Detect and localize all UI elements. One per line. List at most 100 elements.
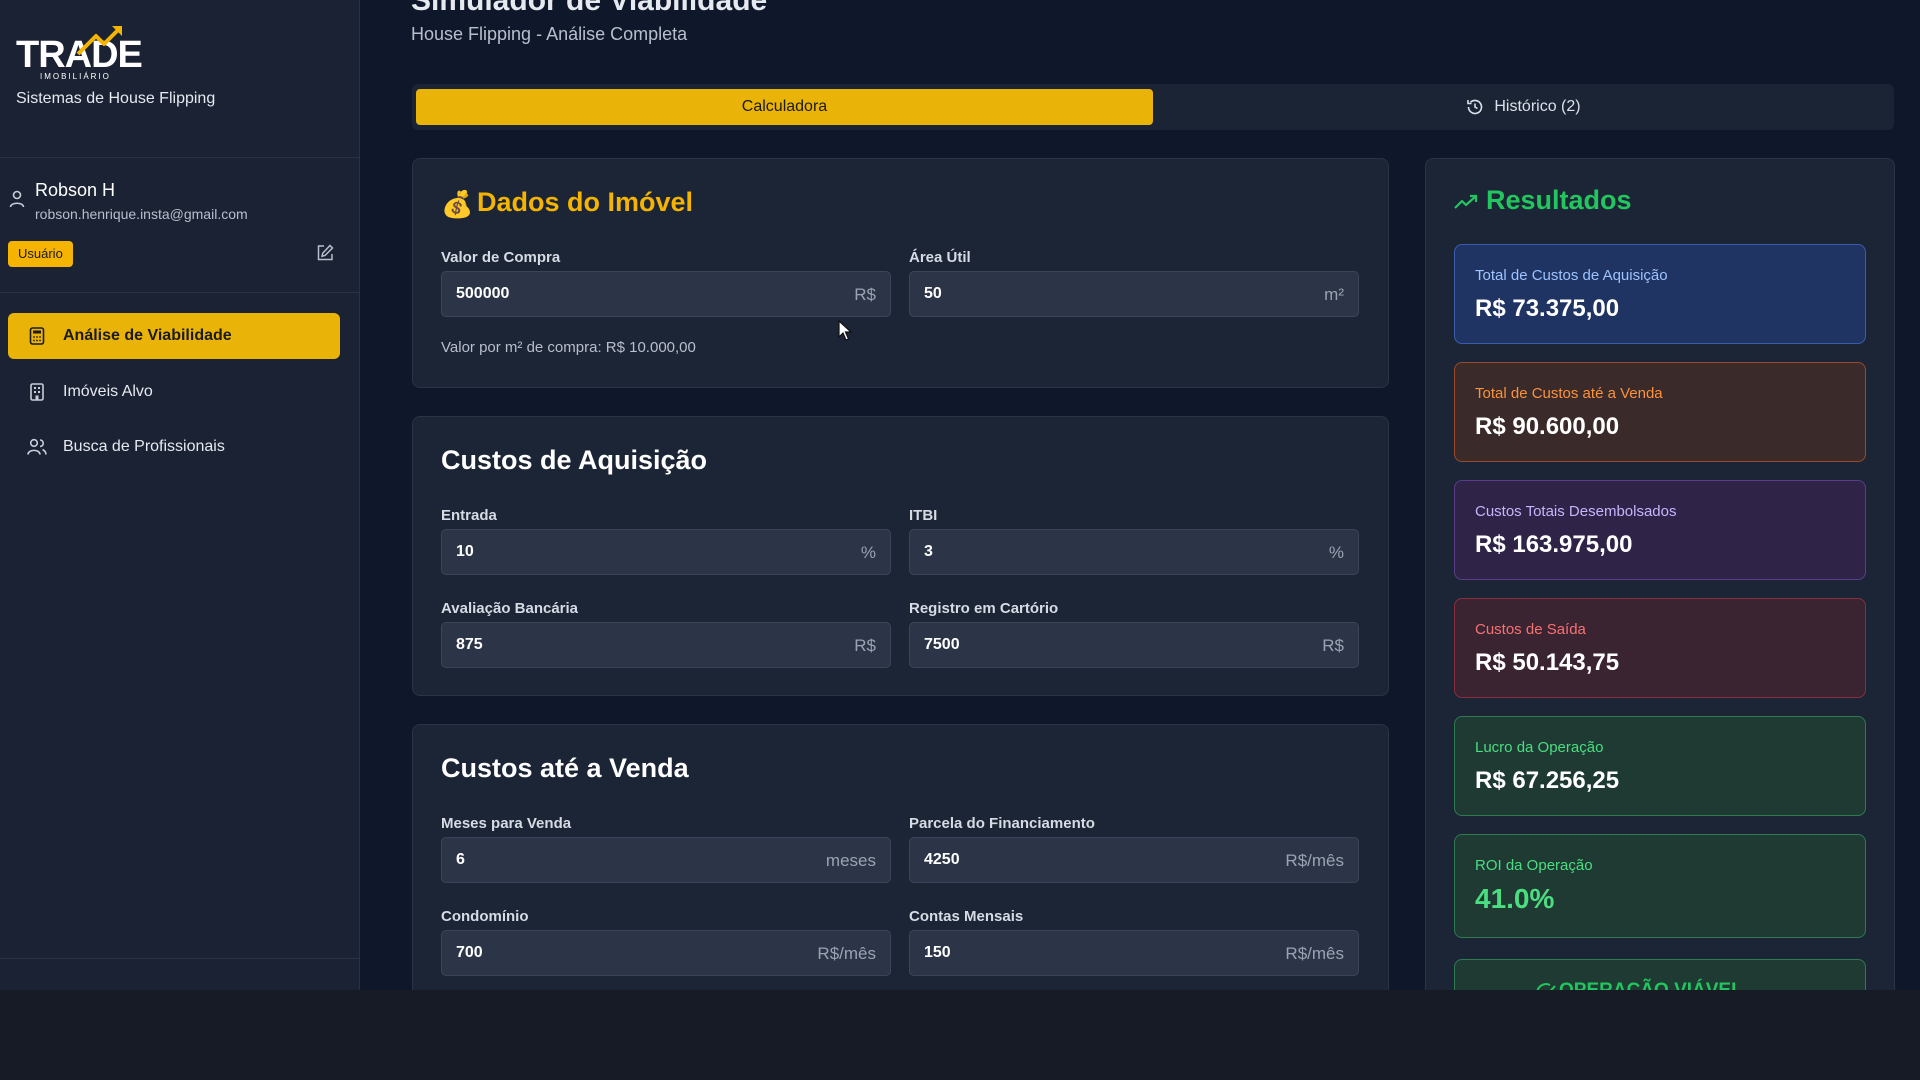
sidebar: TRADE IMOBILIÁRIO Sistemas de House Flip… (0, 0, 360, 990)
tab-bar: Calculadora Histórico (2) (412, 84, 1894, 130)
user-role-badge: Usuário (8, 241, 73, 267)
result-label: ROI da Operação (1475, 857, 1593, 874)
result-custos-totais: Custos Totais Desembolsados R$ 163.975,0… (1454, 480, 1866, 580)
page-subtitle: House Flipping - Análise Completa (411, 24, 688, 44)
result-total-aquisicao: Total de Custos de Aquisição R$ 73.375,0… (1454, 244, 1866, 344)
bottom-letterbox (0, 990, 1920, 1080)
card-title: Custos de Aquisição (441, 445, 708, 475)
user-email: robson.henrique.insta@gmail.com (35, 206, 248, 222)
property-data-card: 💰 Dados do Imóvel Valor de Compra 500000… (412, 158, 1389, 388)
field-label: Entrada (441, 507, 497, 524)
sidebar-divider (0, 958, 360, 959)
input-value: 7500 (924, 636, 960, 653)
input-unit: R$ (854, 636, 876, 655)
trending-up-icon (1454, 194, 1478, 209)
result-label: Lucro da Operação (1475, 739, 1604, 756)
input-value: 50 (924, 285, 942, 302)
mouse-cursor-icon (838, 320, 853, 341)
result-total-venda: Total de Custos até a Venda R$ 90.600,00 (1454, 362, 1866, 462)
history-icon (1466, 98, 1484, 116)
field-label: Valor de Compra (441, 249, 561, 266)
sidebar-divider (0, 292, 360, 293)
area-input[interactable]: 50 m² (909, 271, 1359, 317)
input-unit: R$/mês (1285, 944, 1344, 963)
price-per-sqm-helper: Valor por m² de compra: R$ 10.000,00 (441, 339, 696, 356)
card-title: Custos até a Venda (441, 753, 689, 783)
result-value: R$ 67.256,25 (1475, 767, 1620, 794)
result-label: Total de Custos até a Venda (1475, 385, 1663, 402)
itbi-input[interactable]: 3 % (909, 529, 1359, 575)
input-unit: R$/mês (817, 944, 876, 963)
card-title: Dados do Imóvel (477, 187, 694, 217)
avaliacao-bancaria-input[interactable]: 875 R$ (441, 622, 891, 668)
result-lucro: Lucro da Operação R$ 67.256,25 (1454, 716, 1866, 816)
input-unit: R$ (854, 285, 876, 304)
result-label: Total de Custos de Aquisição (1475, 267, 1668, 284)
page-title: Simulador de Viabilidade (411, 0, 768, 17)
input-value: 6 (456, 851, 465, 868)
logo-arrow-icon (76, 26, 122, 56)
result-label: Custos Totais Desembolsados (1475, 503, 1677, 520)
results-panel: Resultados Total de Custos de Aquisição … (1425, 158, 1895, 990)
field-label: Registro em Cartório (909, 600, 1059, 617)
purchase-value-input[interactable]: 500000 R$ (441, 271, 891, 317)
field-label: ITBI (909, 507, 938, 524)
logo-subtext: IMOBILIÁRIO (40, 72, 111, 81)
input-unit: R$ (1322, 636, 1344, 655)
input-value: 700 (456, 944, 483, 961)
input-unit: meses (825, 851, 876, 870)
result-value: R$ 73.375,00 (1475, 295, 1620, 322)
brand-subtitle: Sistemas de House Flipping (16, 90, 216, 107)
input-unit: R$/mês (1285, 851, 1344, 870)
verdict-text: OPERAÇÃO VIÁVEL (1559, 980, 1743, 990)
result-value: R$ 50.143,75 (1475, 649, 1620, 676)
field-label: Avaliação Bancária (441, 600, 579, 617)
field-label: Meses para Venda (441, 815, 572, 832)
input-value: 150 (924, 944, 951, 961)
tab-label: Histórico (2) (1494, 98, 1581, 115)
parcela-financiamento-input[interactable]: 4250 R$/mês (909, 837, 1359, 883)
result-value: R$ 90.600,00 (1475, 413, 1620, 440)
result-label: Custos de Saída (1475, 621, 1586, 638)
sidebar-item-label: Análise de Viabilidade (63, 327, 232, 344)
brand-logo[interactable]: TRADE IMOBILIÁRIO (16, 22, 143, 82)
user-icon (9, 190, 25, 208)
registro-cartorio-input[interactable]: 7500 R$ (909, 622, 1359, 668)
result-value: 41.0% (1475, 883, 1555, 914)
input-value: 3 (924, 543, 933, 560)
building-icon (27, 382, 47, 402)
field-label: Condomínio (441, 908, 529, 925)
viability-verdict: OPERAÇÃO VIÁVEL (1454, 959, 1866, 990)
input-unit: % (1328, 543, 1344, 562)
input-value: 875 (456, 636, 483, 653)
input-value: 10 (456, 543, 474, 560)
result-custos-saida: Custos de Saída R$ 50.143,75 (1454, 598, 1866, 698)
sidebar-item-label: Busca de Profissionais (63, 438, 225, 455)
input-value: 4250 (924, 851, 960, 868)
meses-venda-input[interactable]: 6 meses (441, 837, 891, 883)
result-roi: ROI da Operação 41.0% (1454, 834, 1866, 938)
app-window: TRADE IMOBILIÁRIO Sistemas de House Flip… (0, 0, 1920, 990)
field-label: Área Útil (909, 249, 971, 266)
tab-calculadora[interactable]: Calculadora (416, 89, 1153, 125)
condominio-input[interactable]: 700 R$/mês (441, 930, 891, 976)
result-value: R$ 163.975,00 (1475, 531, 1633, 558)
input-unit: m² (1324, 285, 1344, 304)
sidebar-item-imoveis-alvo[interactable]: Imóveis Alvo (8, 369, 340, 415)
sidebar-divider (0, 157, 360, 158)
field-label: Contas Mensais (909, 908, 1024, 925)
sidebar-item-label: Imóveis Alvo (63, 383, 153, 400)
acquisition-costs-card: Custos de Aquisição Entrada 10 % ITBI 3 … (412, 416, 1389, 696)
sidebar-item-busca-profissionais[interactable]: Busca de Profissionais (8, 424, 340, 470)
edit-profile-icon[interactable] (316, 244, 334, 262)
user-name: Robson H (35, 180, 116, 200)
entrada-input[interactable]: 10 % (441, 529, 891, 575)
results-title: Resultados (1486, 185, 1632, 215)
calculator-icon (27, 326, 47, 346)
tab-historico[interactable]: Histórico (2) (1157, 89, 1890, 125)
users-icon (27, 437, 47, 457)
contas-mensais-input[interactable]: 150 R$/mês (909, 930, 1359, 976)
sidebar-item-analise-viabilidade[interactable]: Análise de Viabilidade (8, 313, 340, 359)
check-circle-icon (1536, 983, 1556, 990)
tab-label: Calculadora (741, 98, 828, 115)
